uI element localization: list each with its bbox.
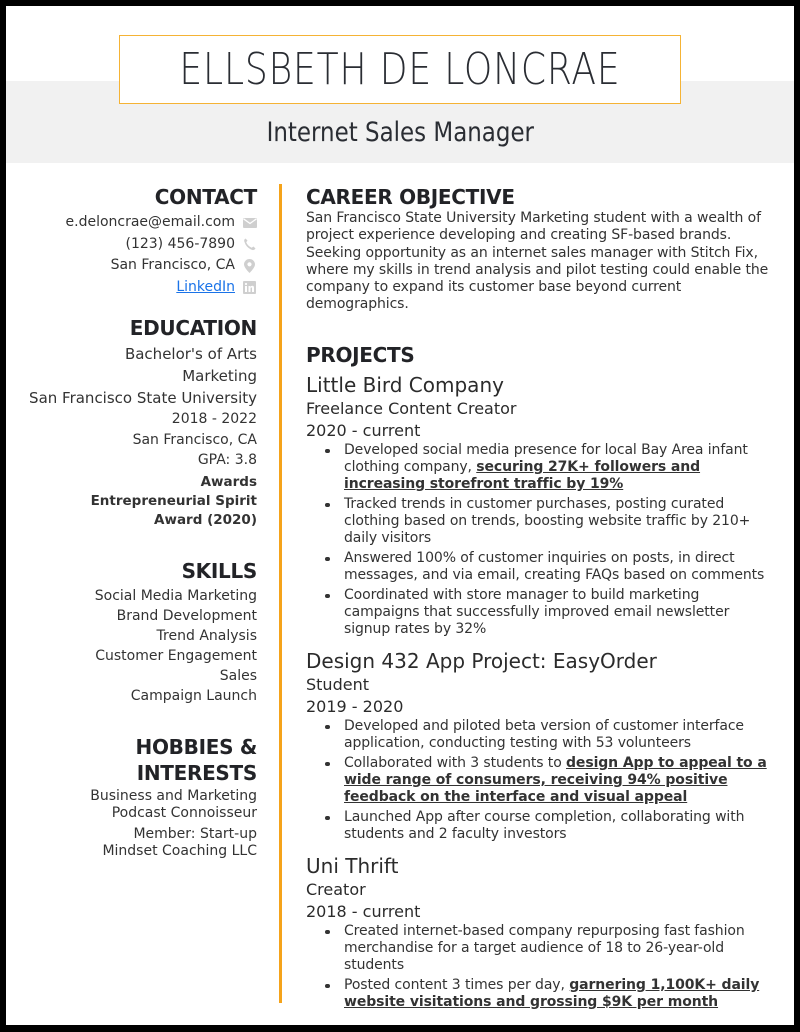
education-degree: Bachelor's of Arts: [124, 345, 257, 363]
education-section: EDUCATION Bachelor's of Arts Marketing S…: [16, 315, 257, 530]
hobby-item: Member: Start-up Mindset Coaching LLC: [102, 825, 257, 860]
contact-phone: (123) 456-7890: [16, 234, 257, 256]
education-heading: EDUCATION: [129, 316, 258, 340]
bullet-text: Coordinated with store manager to build …: [344, 586, 730, 637]
skill-item: Brand Development: [116, 607, 257, 624]
name-box: ELLSBETH DE LONCRAE: [119, 35, 681, 104]
project-name: Little Bird Company: [306, 372, 504, 397]
award-item: Entrepreneurial Spirit Award (2020): [90, 492, 257, 528]
bullet-item: Developed social media presence for loca…: [322, 442, 776, 493]
phone-icon: [242, 237, 257, 251]
education-gpa: GPA: 3.8: [197, 452, 257, 468]
bullet-text: Developed and piloted beta version of cu…: [344, 717, 744, 751]
education-major: Marketing: [182, 367, 257, 385]
envelope-icon: [242, 216, 257, 230]
bullet-text: Collaborated with 3 students to: [344, 754, 567, 771]
linkedin-link[interactable]: LinkedIn: [176, 277, 235, 299]
skill-item: Sales: [219, 667, 257, 684]
skill-item: Customer Engagement: [95, 647, 257, 664]
bullet-item: Answered 100% of customer inquiries on p…: [322, 550, 776, 584]
job-title: Internet Sales Manager: [6, 117, 794, 148]
hobbies-heading: HOBBIES & INTERESTS: [135, 734, 258, 785]
skill-item: Social Media Marketing: [94, 587, 257, 604]
project-name: Design 432 App Project: EasyOrder: [306, 648, 657, 673]
skills-heading: SKILLS: [181, 558, 258, 583]
education-years: 2018 - 2022: [171, 411, 257, 427]
project-dates: 2018 - current: [306, 901, 421, 921]
resume-page: ELLSBETH DE LONCRAE Internet Sales Manag…: [6, 6, 794, 1025]
education-location: San Francisco, CA: [132, 431, 257, 448]
email-text[interactable]: e.deloncrae@email.com: [66, 212, 236, 234]
project-bullets: Created internet-based company repurposi…: [322, 923, 776, 1011]
bullet-text: Answered 100% of customer inquiries on p…: [344, 549, 765, 583]
bullet-item: Posted content 3 times per day, garnerin…: [322, 977, 776, 1011]
projects-section: PROJECTS Little Bird Company Freelance Co…: [306, 342, 776, 1011]
right-column: CAREER OBJECTIVE San Francisco State Uni…: [306, 184, 776, 1014]
contact-location: San Francisco, CA: [16, 255, 257, 277]
project-entry: Design 432 App Project: EasyOrder Student…: [306, 648, 776, 843]
project-dates: 2019 - 2020: [306, 696, 404, 716]
bullet-text: Tracked trends in customer purchases, po…: [344, 495, 751, 546]
skill-item: Campaign Launch: [130, 687, 257, 704]
bullet-item: Collaborated with 3 students to design A…: [322, 755, 776, 806]
projects-list: Little Bird Company Freelance Content Cre…: [306, 372, 776, 1011]
left-column: CONTACT e.deloncrae@email.com (123) 456-…: [16, 184, 257, 878]
project-role: Creator: [306, 879, 366, 899]
project-bullets: Developed social media presence for loca…: [322, 442, 776, 638]
bullet-text: Posted content 3 times per day,: [344, 976, 570, 993]
hobby-item: Business and Marketing Podcast Connoisse…: [90, 787, 257, 822]
contact-section: CONTACT e.deloncrae@email.com (123) 456-…: [16, 184, 258, 299]
linkedin-icon: [242, 280, 257, 294]
bullet-text: Launched App after course completion, co…: [344, 808, 745, 842]
contact-linkedin: LinkedIn: [16, 277, 257, 299]
education-school: San Francisco State University: [29, 389, 257, 407]
awards-label: Awards: [200, 473, 257, 490]
objective-heading: CAREER OBJECTIVE: [306, 185, 515, 209]
candidate-name: ELLSBETH DE LONCRAE: [179, 44, 621, 95]
location-text: San Francisco, CA: [110, 257, 235, 273]
contact-email: e.deloncrae@email.com: [16, 212, 257, 234]
project-bullets: Developed and piloted beta version of cu…: [322, 718, 776, 843]
contact-heading: CONTACT: [154, 185, 258, 209]
bullet-item: Created internet-based company repurposi…: [322, 923, 776, 974]
project-role: Student: [306, 674, 369, 694]
projects-heading: PROJECTS: [306, 342, 415, 367]
bullet-item: Developed and piloted beta version of cu…: [322, 718, 776, 752]
skill-item: Trend Analysis: [156, 627, 257, 644]
column-divider: [279, 184, 282, 1003]
project-role: Freelance Content Creator: [306, 398, 517, 418]
objective-text: San Francisco State University Marketing…: [306, 210, 769, 313]
bullet-text: Created internet-based company repurposi…: [344, 922, 745, 973]
hobbies-section: HOBBIES & INTERESTS Business and Marketi…: [16, 734, 257, 861]
map-pin-icon: [242, 258, 257, 273]
project-entry: Little Bird Company Freelance Content Cre…: [306, 372, 776, 638]
bullet-item: Coordinated with store manager to build …: [322, 587, 776, 638]
job-title-text: Internet Sales Manager: [266, 117, 534, 148]
objective-section: CAREER OBJECTIVE San Francisco State Uni…: [306, 184, 776, 314]
project-dates: 2020 - current: [306, 420, 421, 440]
project-name: Uni Thrift: [306, 853, 399, 878]
skills-section: SKILLS Social Media Marketing Brand Deve…: [16, 558, 258, 706]
phone-text: (123) 456-7890: [125, 235, 236, 252]
project-entry: Uni Thrift Creator 2018 - current Created i…: [306, 853, 776, 1011]
bullet-item: Tracked trends in customer purchases, po…: [322, 496, 776, 547]
bullet-item: Launched App after course completion, co…: [322, 809, 776, 843]
